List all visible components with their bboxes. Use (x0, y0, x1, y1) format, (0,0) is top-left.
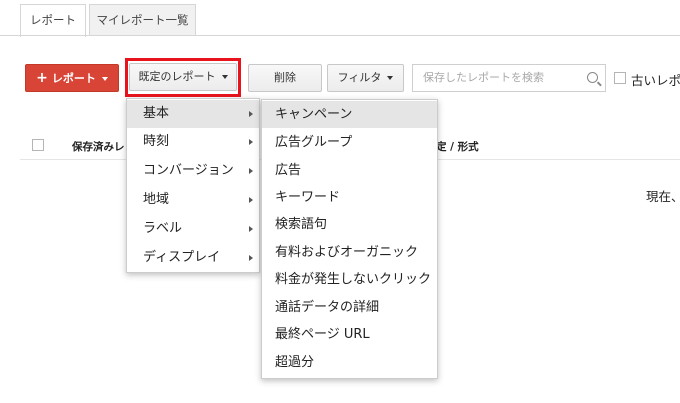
submenu-item-final-url[interactable]: 最終ページ URL (262, 321, 437, 348)
submenu-item-label: 最終ページ URL (275, 327, 370, 342)
col-header-format: 定 / 形式 (436, 141, 479, 153)
tab-reports[interactable]: レポート (20, 4, 86, 37)
status-text: 現在、 (646, 189, 680, 204)
chevron-right-icon (249, 255, 253, 261)
chevron-right-icon (249, 226, 253, 232)
search-placeholder: 保存したレポートを検索 (423, 71, 544, 84)
old-reports-label: 古いレポ (631, 73, 680, 88)
menu-item-label-category[interactable]: ラベル (127, 215, 259, 243)
report-submenu: キャンペーン 広告グループ 広告 キーワード 検索語句 有料およびオーガニック … (261, 99, 438, 379)
chevron-down-icon (387, 76, 394, 80)
chevron-right-icon (249, 111, 253, 117)
chevron-down-icon (101, 77, 108, 81)
menu-item-label: 時刻 (143, 134, 170, 149)
tab-divider (0, 35, 680, 36)
filter-label: フィルタ (337, 71, 382, 84)
filter-button[interactable]: フィルタ (327, 64, 404, 92)
submenu-item-label: 広告 (275, 163, 302, 178)
menu-item-label: 基本 (143, 106, 170, 121)
submenu-item-paid-organic[interactable]: 有料およびオーガニック (262, 239, 437, 266)
submenu-item-label: キーワード (275, 190, 341, 205)
col-header-saved: 保存済みレ (72, 141, 125, 153)
chevron-right-icon (249, 168, 253, 174)
menu-item-basic[interactable]: 基本 (127, 100, 259, 128)
menu-item-label: 地域 (143, 192, 170, 207)
chevron-right-icon (249, 139, 253, 145)
search-input[interactable]: 保存したレポートを検索 (412, 64, 606, 92)
submenu-item-label: キャンペーン (275, 107, 353, 122)
submenu-item-ad[interactable]: 広告 (262, 157, 437, 184)
submenu-item-overdelivery[interactable]: 超過分 (262, 349, 437, 376)
menu-item-region[interactable]: 地域 (127, 186, 259, 214)
tab-bar: レポート マイレポート一覧 (0, 0, 680, 37)
menu-item-conversion[interactable]: コンバージョン (127, 157, 259, 185)
submenu-item-label: 検索語句 (275, 217, 328, 232)
new-report-button[interactable]: + レポート (25, 64, 119, 92)
category-menu: 基本 時刻 コンバージョン 地域 ラベル ディスプレイ (126, 98, 260, 273)
new-report-label: レポート (51, 72, 96, 85)
submenu-item-label: 通話データの詳細 (275, 300, 380, 315)
search-icon[interactable] (587, 72, 598, 83)
submenu-item-ad-group[interactable]: 広告グループ (262, 129, 437, 156)
menu-item-label: コンバージョン (143, 163, 234, 178)
submenu-item-label: 超過分 (275, 355, 315, 370)
submenu-item-free-clicks[interactable]: 料金が発生しないクリック (262, 266, 437, 293)
tab-my-reports[interactable]: マイレポート一覧 (89, 4, 196, 36)
chevron-right-icon (249, 197, 253, 203)
menu-item-display[interactable]: ディスプレイ (127, 244, 259, 272)
menu-item-label: ディスプレイ (143, 250, 221, 265)
submenu-item-label: 有料およびオーガニック (275, 245, 419, 260)
old-reports-checkbox[interactable] (614, 72, 626, 84)
submenu-item-call-details[interactable]: 通話データの詳細 (262, 294, 437, 321)
delete-button[interactable]: 削除 (248, 64, 322, 92)
submenu-item-search-terms[interactable]: 検索語句 (262, 211, 437, 238)
highlight-frame (125, 58, 241, 97)
select-all-checkbox[interactable] (32, 139, 44, 151)
menu-item-label: ラベル (143, 221, 183, 236)
submenu-item-label: 料金が発生しないクリック (275, 272, 432, 287)
submenu-item-campaign[interactable]: キャンペーン (262, 101, 437, 128)
submenu-item-keyword[interactable]: キーワード (262, 184, 437, 211)
submenu-item-label: 広告グループ (275, 135, 353, 150)
menu-item-time[interactable]: 時刻 (127, 128, 259, 156)
plus-icon: + (36, 70, 48, 86)
